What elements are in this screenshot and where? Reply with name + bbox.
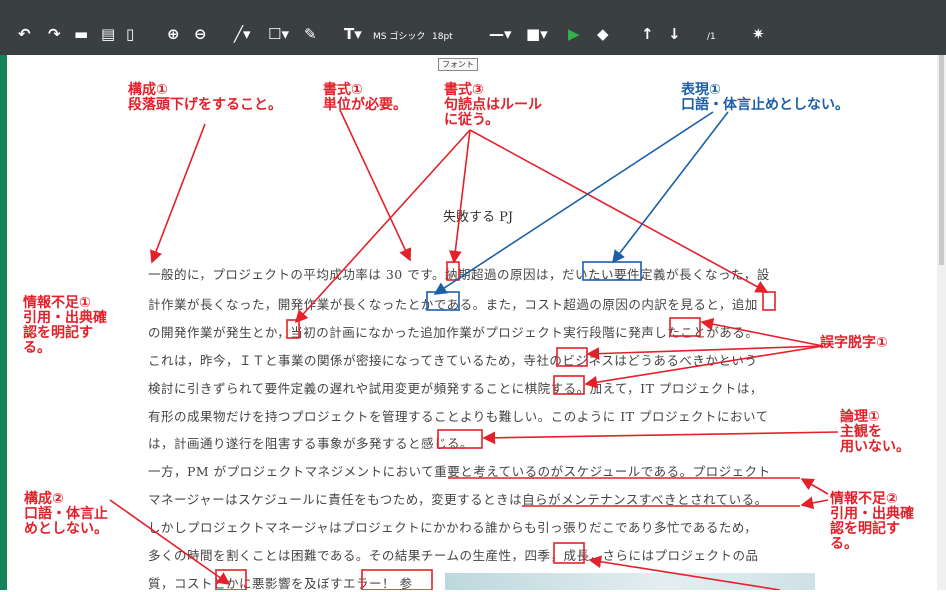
highlight-box xyxy=(669,317,701,337)
highlight-box-blue xyxy=(582,261,642,281)
highlight-box xyxy=(556,347,588,367)
highlight-box xyxy=(215,569,247,590)
highlight-box xyxy=(553,542,585,564)
highlight-box xyxy=(762,291,776,311)
highlight-box xyxy=(361,569,433,590)
highlight-box-blue xyxy=(426,291,460,311)
highlight-box xyxy=(446,261,460,281)
highlight-box xyxy=(553,375,585,395)
highlight-box xyxy=(286,319,300,339)
annotation-overlay xyxy=(109,109,839,590)
highlight-box xyxy=(437,429,483,449)
